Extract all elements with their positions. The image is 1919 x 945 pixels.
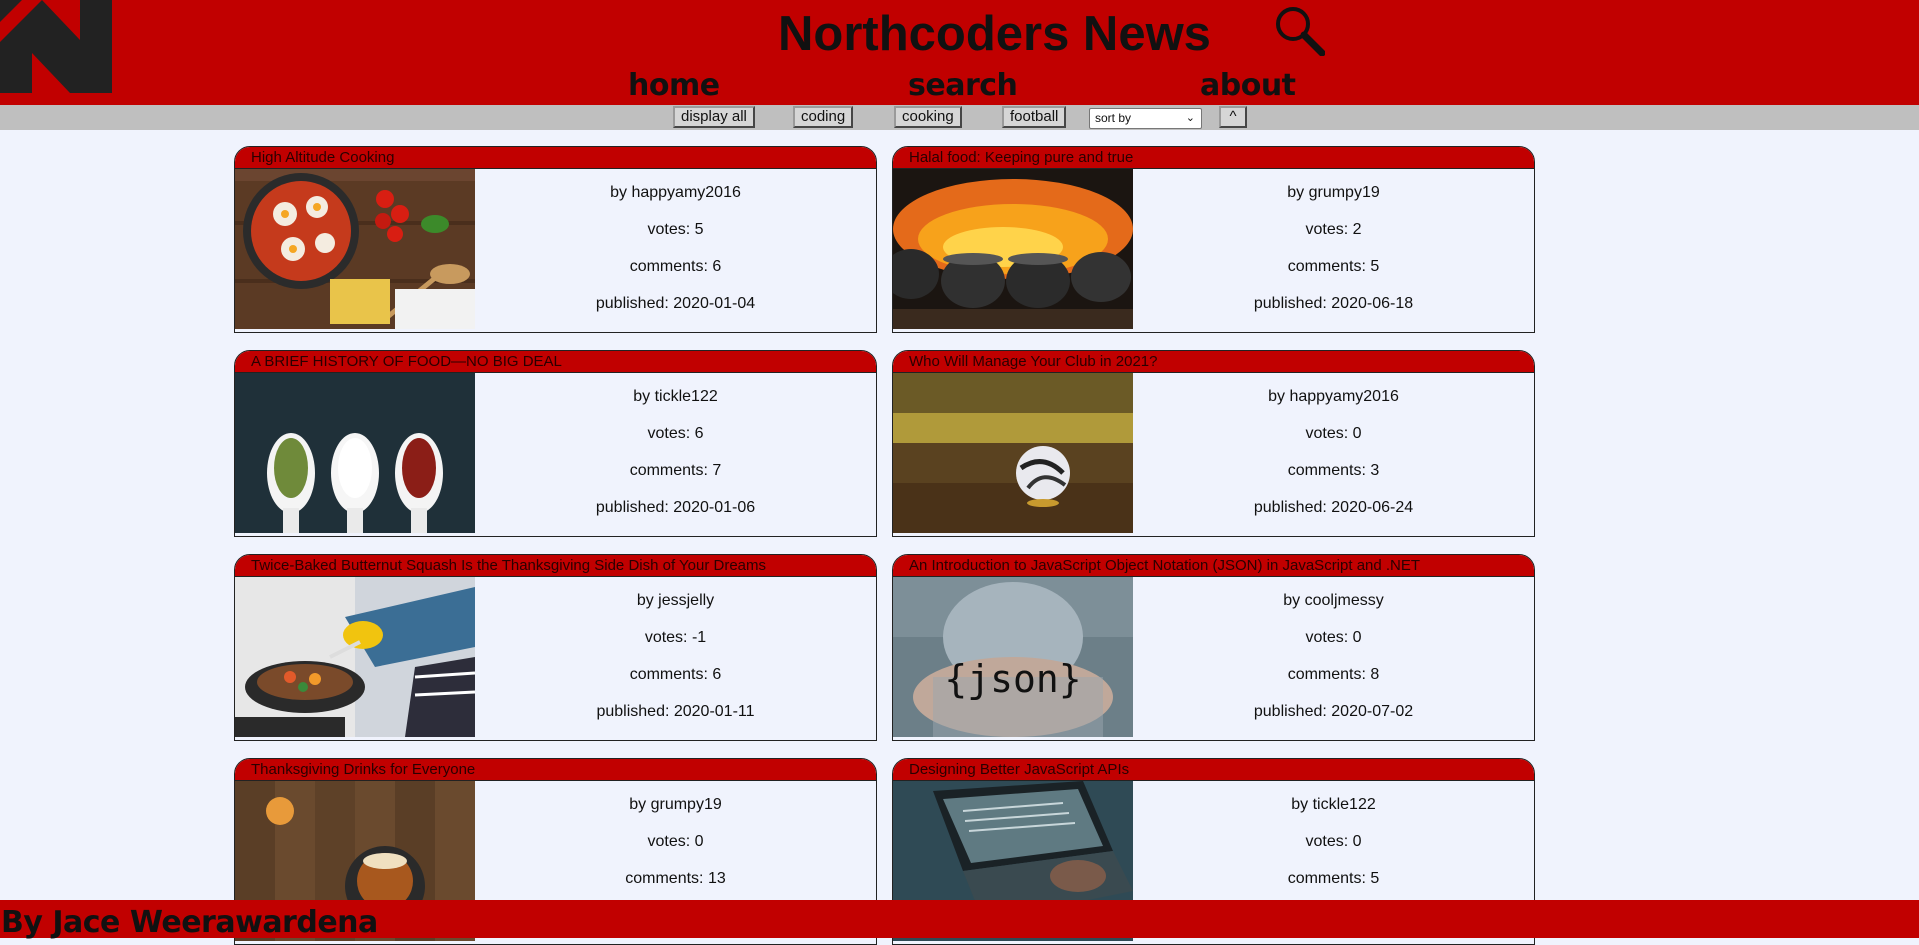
article-published: published: 2020-01-06 (595, 499, 756, 516)
article-votes: votes: 0 (1305, 425, 1362, 442)
article-image (235, 373, 475, 533)
filter-football-button[interactable]: football (1002, 106, 1067, 128)
article-published: published: 2020-01-04 (595, 295, 756, 312)
article-votes: votes: 0 (1305, 629, 1362, 646)
article-image (235, 169, 475, 329)
json-image-text: {json} (944, 657, 1081, 701)
article-author: by cooljmessy (1283, 592, 1384, 609)
filter-display-all-button[interactable]: display all (673, 106, 755, 128)
article-comments: comments: 7 (629, 462, 722, 479)
article-votes: votes: -1 (644, 629, 707, 646)
article-title[interactable]: Who Will Manage Your Club in 2021? (893, 351, 1534, 373)
article-card[interactable]: A BRIEF HISTORY OF FOOD—NO BIG DEAL by t… (234, 350, 877, 537)
article-votes: votes: 2 (1305, 221, 1362, 238)
header: Northcoders News home search about (0, 0, 1919, 105)
article-published: published: 2020-07-02 (1253, 703, 1414, 720)
article-author: by happyamy2016 (1268, 388, 1399, 405)
article-author: by jessjelly (636, 592, 715, 609)
article-card[interactable]: Who Will Manage Your Club in 2021? by ha… (892, 350, 1535, 537)
article-card[interactable]: High Altitude Cooking by happyamy2016 vo… (234, 146, 877, 333)
article-comments: comments: 8 (1287, 666, 1380, 683)
article-image (893, 373, 1133, 533)
article-title[interactable]: High Altitude Cooking (235, 147, 876, 169)
magnifier-icon[interactable] (1273, 4, 1325, 56)
article-card[interactable]: Halal food: Keeping pure and true by gru… (892, 146, 1535, 333)
article-published: published: 2020-06-18 (1253, 295, 1414, 312)
article-author: by happyamy2016 (610, 184, 741, 201)
article-comments: comments: 5 (1287, 870, 1380, 887)
article-comments: comments: 6 (629, 258, 722, 275)
scroll-top-button[interactable]: ^ (1219, 106, 1247, 128)
filter-coding-button[interactable]: coding (793, 106, 854, 128)
article-info: by happyamy2016 votes: 5 comments: 6 pub… (475, 169, 876, 332)
article-author: by tickle122 (1291, 796, 1376, 813)
article-author: by tickle122 (633, 388, 718, 405)
nav-home[interactable]: home (628, 66, 720, 106)
article-image (893, 169, 1133, 329)
footer: By Jace Weerawardena (0, 900, 1919, 940)
chevron-down-icon: ⌄ (1185, 112, 1195, 124)
article-author: by grumpy19 (629, 796, 722, 813)
article-comments: comments: 5 (1287, 258, 1380, 275)
article-image: {json} (893, 577, 1133, 737)
nav-about[interactable]: about (1200, 66, 1296, 106)
article-author: by grumpy19 (1287, 184, 1380, 201)
northcoders-logo[interactable] (0, 0, 112, 93)
article-image (235, 577, 475, 737)
article-comments: comments: 3 (1287, 462, 1380, 479)
article-comments: comments: 6 (629, 666, 722, 683)
article-votes: votes: 0 (1305, 833, 1362, 850)
article-title[interactable]: Twice-Baked Butternut Squash Is the Than… (235, 555, 876, 577)
article-card[interactable]: Twice-Baked Butternut Squash Is the Than… (234, 554, 877, 741)
site-title: Northcoders News (778, 7, 1211, 61)
filter-cooking-button[interactable]: cooking (894, 106, 962, 128)
article-title[interactable]: Thanksgiving Drinks for Everyone (235, 759, 876, 781)
article-title[interactable]: An Introduction to JavaScript Object Not… (893, 555, 1534, 577)
article-info: by tickle122 votes: 6 comments: 7 publis… (475, 373, 876, 536)
article-published: published: 2020-06-24 (1253, 499, 1414, 516)
article-comments: comments: 13 (625, 870, 726, 887)
article-info: by jessjelly votes: -1 comments: 6 publi… (475, 577, 876, 740)
filter-bar: display all coding cooking football sort… (0, 105, 1919, 130)
article-title[interactable]: Halal food: Keeping pure and true (893, 147, 1534, 169)
article-votes: votes: 0 (647, 833, 704, 850)
sort-by-value: sort by (1095, 111, 1132, 125)
sort-by-select[interactable]: sort by ⌄ (1089, 108, 1202, 129)
article-published: published: 2020-01-11 (596, 703, 755, 720)
article-info: by cooljmessy votes: 0 comments: 8 publi… (1133, 577, 1534, 740)
article-info: by grumpy19 votes: 2 comments: 5 publish… (1133, 169, 1534, 332)
nav-search[interactable]: search (908, 66, 1018, 106)
footer-author-credit: By Jace Weerawardena (1, 905, 378, 940)
article-title[interactable]: Designing Better JavaScript APIs (893, 759, 1534, 781)
article-votes: votes: 5 (647, 221, 704, 238)
article-card[interactable]: An Introduction to JavaScript Object Not… (892, 554, 1535, 741)
article-title[interactable]: A BRIEF HISTORY OF FOOD—NO BIG DEAL (235, 351, 876, 373)
article-info: by happyamy2016 votes: 0 comments: 3 pub… (1133, 373, 1534, 536)
article-votes: votes: 6 (647, 425, 704, 442)
